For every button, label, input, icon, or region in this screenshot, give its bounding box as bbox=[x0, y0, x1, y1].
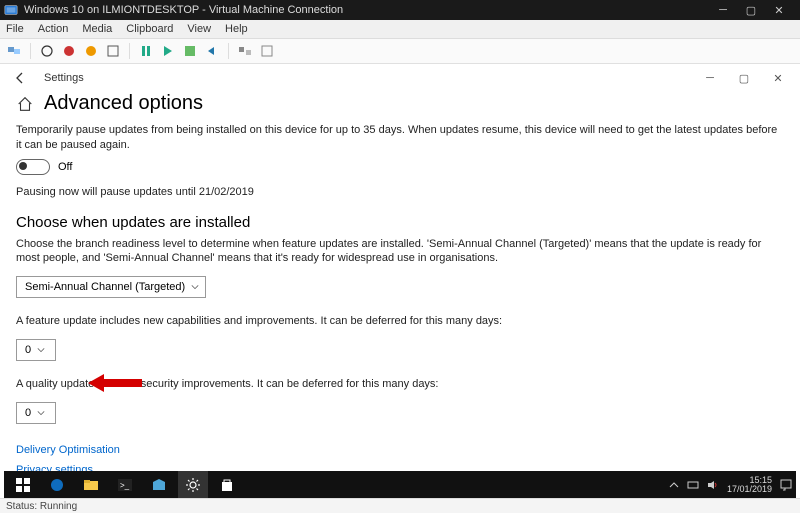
tray-icon[interactable] bbox=[669, 480, 679, 490]
vm-menu-file[interactable]: File bbox=[6, 23, 24, 35]
feature-defer-label: A feature update includes new capabiliti… bbox=[16, 314, 784, 329]
pause-icon[interactable] bbox=[138, 43, 154, 59]
quality-defer-dropdown[interactable]: 0 bbox=[16, 402, 56, 424]
page-title: Advanced options bbox=[44, 92, 203, 115]
vm-titlebar: Windows 10 on ILMIONTDESKTOP - Virtual M… bbox=[0, 0, 800, 20]
vm-app-icon bbox=[4, 3, 18, 17]
settings-content: Advanced options Temporarily pause updat… bbox=[0, 92, 800, 476]
vm-menu-action[interactable]: Action bbox=[38, 23, 69, 35]
vm-minimize-button[interactable]: ─ bbox=[714, 4, 732, 17]
vm-menu-clipboard[interactable]: Clipboard bbox=[126, 23, 173, 35]
toolbar-separator bbox=[129, 43, 130, 59]
start-icon[interactable] bbox=[39, 43, 55, 59]
delivery-optimisation-link[interactable]: Delivery Optimisation bbox=[16, 444, 784, 456]
pause-description: Temporarily pause updates from being ins… bbox=[16, 123, 784, 153]
vm-title-text: Windows 10 on ILMIONTDESKTOP - Virtual M… bbox=[24, 4, 714, 16]
settings-minimize-button[interactable]: ─ bbox=[702, 72, 718, 85]
toolbar-separator bbox=[228, 43, 229, 59]
feature-defer-dropdown[interactable]: 0 bbox=[16, 339, 56, 361]
share-icon[interactable] bbox=[259, 43, 275, 59]
chevron-down-icon bbox=[37, 346, 45, 354]
reset-icon[interactable] bbox=[160, 43, 176, 59]
file-explorer-taskbar-icon[interactable] bbox=[76, 471, 106, 499]
system-clock[interactable]: 15:15 17/01/2019 bbox=[727, 476, 772, 495]
terminal-taskbar-icon[interactable]: >_ bbox=[110, 471, 140, 499]
settings-maximize-button[interactable]: ▢ bbox=[736, 72, 752, 85]
vm-menu-view[interactable]: View bbox=[187, 23, 211, 35]
shut-down-icon[interactable] bbox=[83, 43, 99, 59]
branch-readiness-dropdown[interactable]: Semi-Annual Channel (Targeted) bbox=[16, 276, 206, 298]
toolbar-separator bbox=[30, 43, 31, 59]
edge-taskbar-icon[interactable] bbox=[42, 471, 72, 499]
branch-readiness-value: Semi-Annual Channel (Targeted) bbox=[25, 281, 185, 293]
feature-defer-value: 0 bbox=[25, 344, 31, 356]
pause-updates-toggle[interactable] bbox=[16, 159, 50, 175]
home-icon[interactable] bbox=[16, 95, 34, 113]
turn-off-icon[interactable] bbox=[61, 43, 77, 59]
network-tray-icon[interactable] bbox=[687, 480, 699, 490]
back-button[interactable] bbox=[12, 70, 28, 86]
choose-heading: Choose when updates are installed bbox=[16, 214, 784, 231]
chevron-down-icon bbox=[191, 283, 199, 291]
settings-header: Settings ─ ▢ ✕ bbox=[0, 64, 800, 92]
volume-tray-icon[interactable] bbox=[707, 480, 719, 490]
vm-menu-media[interactable]: Media bbox=[82, 23, 112, 35]
ctrl-alt-del-icon[interactable] bbox=[6, 43, 22, 59]
taskbar: >_ 15:15 17/01/2019 bbox=[4, 471, 796, 499]
settings-close-button[interactable]: ✕ bbox=[770, 72, 786, 85]
vm-menu-help[interactable]: Help bbox=[225, 23, 248, 35]
pause-toggle-label: Off bbox=[58, 161, 72, 173]
clock-date: 17/01/2019 bbox=[727, 485, 772, 494]
vm-close-button[interactable]: ✕ bbox=[770, 4, 788, 17]
start-button[interactable] bbox=[8, 471, 38, 499]
pause-until-text: Pausing now will pause updates until 21/… bbox=[16, 185, 784, 200]
revert-icon[interactable] bbox=[204, 43, 220, 59]
action-center-icon[interactable] bbox=[780, 479, 792, 491]
vm-menubar: File Action Media Clipboard View Help bbox=[0, 20, 800, 39]
vm-status-text: Status: Running bbox=[6, 501, 77, 512]
checkpoint-icon[interactable] bbox=[182, 43, 198, 59]
mail-taskbar-icon[interactable] bbox=[144, 471, 174, 499]
settings-taskbar-icon[interactable] bbox=[178, 471, 208, 499]
save-icon[interactable] bbox=[105, 43, 121, 59]
vm-status-bar: Status: Running bbox=[0, 498, 800, 513]
store-taskbar-icon[interactable] bbox=[212, 471, 242, 499]
settings-app-name: Settings bbox=[44, 72, 702, 84]
enhanced-session-icon[interactable] bbox=[237, 43, 253, 59]
svg-text:>_: >_ bbox=[120, 481, 130, 490]
quality-defer-value: 0 bbox=[25, 407, 31, 419]
vm-toolbar bbox=[0, 39, 800, 64]
choose-description: Choose the branch readiness level to det… bbox=[16, 237, 784, 267]
callout-arrow bbox=[88, 372, 142, 394]
chevron-down-icon bbox=[37, 409, 45, 417]
vm-maximize-button[interactable]: ▢ bbox=[742, 4, 760, 17]
